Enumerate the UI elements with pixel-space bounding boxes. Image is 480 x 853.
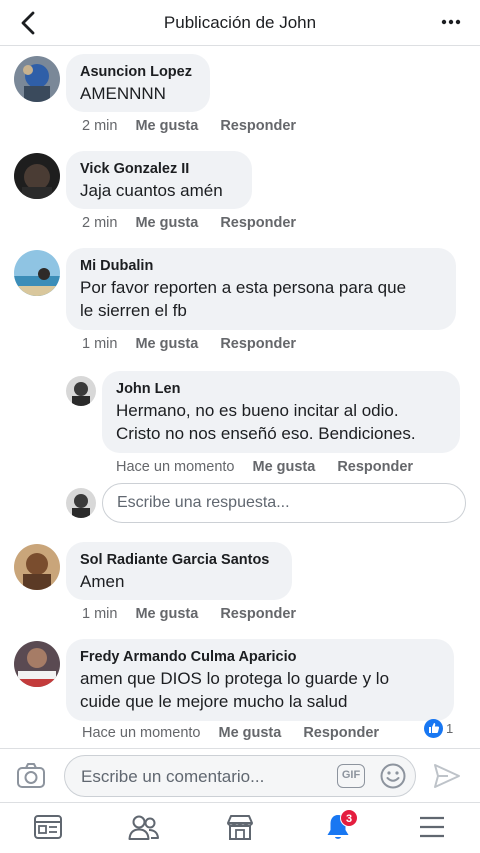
comment-text-line: cuide que le mejore mucho la salud xyxy=(80,692,348,711)
tab-menu[interactable] xyxy=(412,811,452,847)
comment-actions: 2 min Me gusta Responder xyxy=(82,118,318,134)
reply-input-row: Escribe una respuesta... xyxy=(66,483,476,525)
reply-button[interactable]: Responder xyxy=(220,215,296,231)
comment-text-line: Por favor reporten a esta persona para q… xyxy=(80,278,407,297)
send-icon[interactable] xyxy=(432,762,462,795)
news-feed-icon xyxy=(33,813,63,846)
avatar[interactable] xyxy=(14,56,60,102)
bottom-tab-bar: 3 xyxy=(0,802,480,853)
menu-icon xyxy=(418,815,446,844)
reaction-summary[interactable]: 1 xyxy=(424,717,453,739)
comments-feed[interactable]: Asuncion Lopez AMENNNN 2 min Me gusta Resp… xyxy=(0,47,480,747)
tab-notifications[interactable]: 3 xyxy=(318,809,358,847)
avatar[interactable] xyxy=(14,544,60,590)
comment-actions: Hace un momento Me gusta Responder xyxy=(82,725,401,741)
avatar xyxy=(66,488,96,518)
reply-author[interactable]: John Len xyxy=(116,380,446,399)
tab-friends[interactable] xyxy=(124,811,164,847)
comment-bubble[interactable]: Vick Gonzalez II Jaja cuantos amén xyxy=(66,151,252,209)
reply-button[interactable]: Responder xyxy=(337,459,413,475)
comment-time[interactable]: 2 min xyxy=(82,118,117,134)
reply-button[interactable]: Responder xyxy=(220,118,296,134)
avatar[interactable] xyxy=(14,250,60,296)
comment-text: Amen xyxy=(80,572,125,591)
reply-text-line: Hermano, no es bueno incitar al odio. xyxy=(116,401,399,420)
reply-button[interactable]: Responder xyxy=(220,336,296,352)
comment-actions: 1 min Me gusta Responder xyxy=(82,606,318,622)
comment-time[interactable]: 1 min xyxy=(82,606,117,622)
avatar[interactable] xyxy=(14,641,60,687)
avatar[interactable] xyxy=(14,153,60,199)
comment-text-line: le sierren el fb xyxy=(80,301,187,320)
like-button[interactable]: Me gusta xyxy=(135,336,198,352)
camera-icon[interactable] xyxy=(16,762,46,795)
avatar[interactable] xyxy=(66,376,96,406)
comment-composer: Escribe un comentario... GIF xyxy=(0,748,480,802)
top-navigation-bar: Publicación de John xyxy=(0,0,480,46)
like-button[interactable]: Me gusta xyxy=(135,606,198,622)
reaction-count: 1 xyxy=(446,720,454,736)
comment-text: AMENNNN xyxy=(80,84,166,103)
comment-actions: 1 min Me gusta Responder xyxy=(82,336,318,352)
comment-author[interactable]: Mi Dubalin xyxy=(80,257,442,276)
tab-marketplace[interactable] xyxy=(220,811,260,847)
comment-time[interactable]: 2 min xyxy=(82,215,117,231)
comment-author[interactable]: Vick Gonzalez II xyxy=(80,160,238,179)
comment-author[interactable]: Asuncion Lopez xyxy=(80,63,196,82)
gif-icon[interactable]: GIF xyxy=(337,764,365,788)
more-options-icon[interactable] xyxy=(436,9,466,37)
comment-text: Jaja cuantos amén xyxy=(80,181,223,200)
like-button[interactable]: Me gusta xyxy=(252,459,315,475)
marketplace-icon xyxy=(225,813,255,846)
comment-input[interactable]: Escribe un comentario... GIF xyxy=(64,755,416,797)
comment-bubble[interactable]: Sol Radiante Garcia Santos Amen xyxy=(66,542,292,600)
comment-actions: 2 min Me gusta Responder xyxy=(82,215,318,231)
reply-actions: Hace un momento Me gusta Responder xyxy=(116,459,435,475)
comment-time[interactable]: Hace un momento xyxy=(82,725,200,741)
comment-author[interactable]: Sol Radiante Garcia Santos xyxy=(80,551,278,570)
reply-text-line: Cristo no nos enseñó eso. Bendiciones. xyxy=(116,424,416,443)
reply-button[interactable]: Responder xyxy=(220,606,296,622)
comment-input-placeholder: Escribe un comentario... xyxy=(81,767,265,786)
like-button[interactable]: Me gusta xyxy=(135,215,198,231)
comment-text-line: amen que DIOS lo protega lo guarde y lo xyxy=(80,669,390,688)
comment-bubble[interactable]: Fredy Armando Culma Aparicio amen que DI… xyxy=(66,639,454,721)
tab-news-feed[interactable] xyxy=(28,811,68,847)
comment-bubble[interactable]: Mi Dubalin Por favor reporten a esta per… xyxy=(66,248,456,330)
comment-time[interactable]: 1 min xyxy=(82,336,117,352)
comment-author[interactable]: Fredy Armando Culma Aparicio xyxy=(80,648,440,667)
friends-icon xyxy=(128,813,160,846)
reply-time[interactable]: Hace un momento xyxy=(116,459,234,475)
notifications-badge: 3 xyxy=(340,809,358,827)
like-reaction-icon xyxy=(424,718,443,738)
like-button[interactable]: Me gusta xyxy=(218,725,281,741)
reply-bubble[interactable]: John Len Hermano, no es bueno incitar al… xyxy=(102,371,460,453)
reply-input[interactable]: Escribe una respuesta... xyxy=(102,483,466,523)
like-button[interactable]: Me gusta xyxy=(135,118,198,134)
page-title: Publicación de John xyxy=(163,13,317,32)
comment-bubble[interactable]: Asuncion Lopez AMENNNN xyxy=(66,54,210,112)
emoji-icon[interactable] xyxy=(379,762,407,795)
reply-button[interactable]: Responder xyxy=(303,725,379,741)
